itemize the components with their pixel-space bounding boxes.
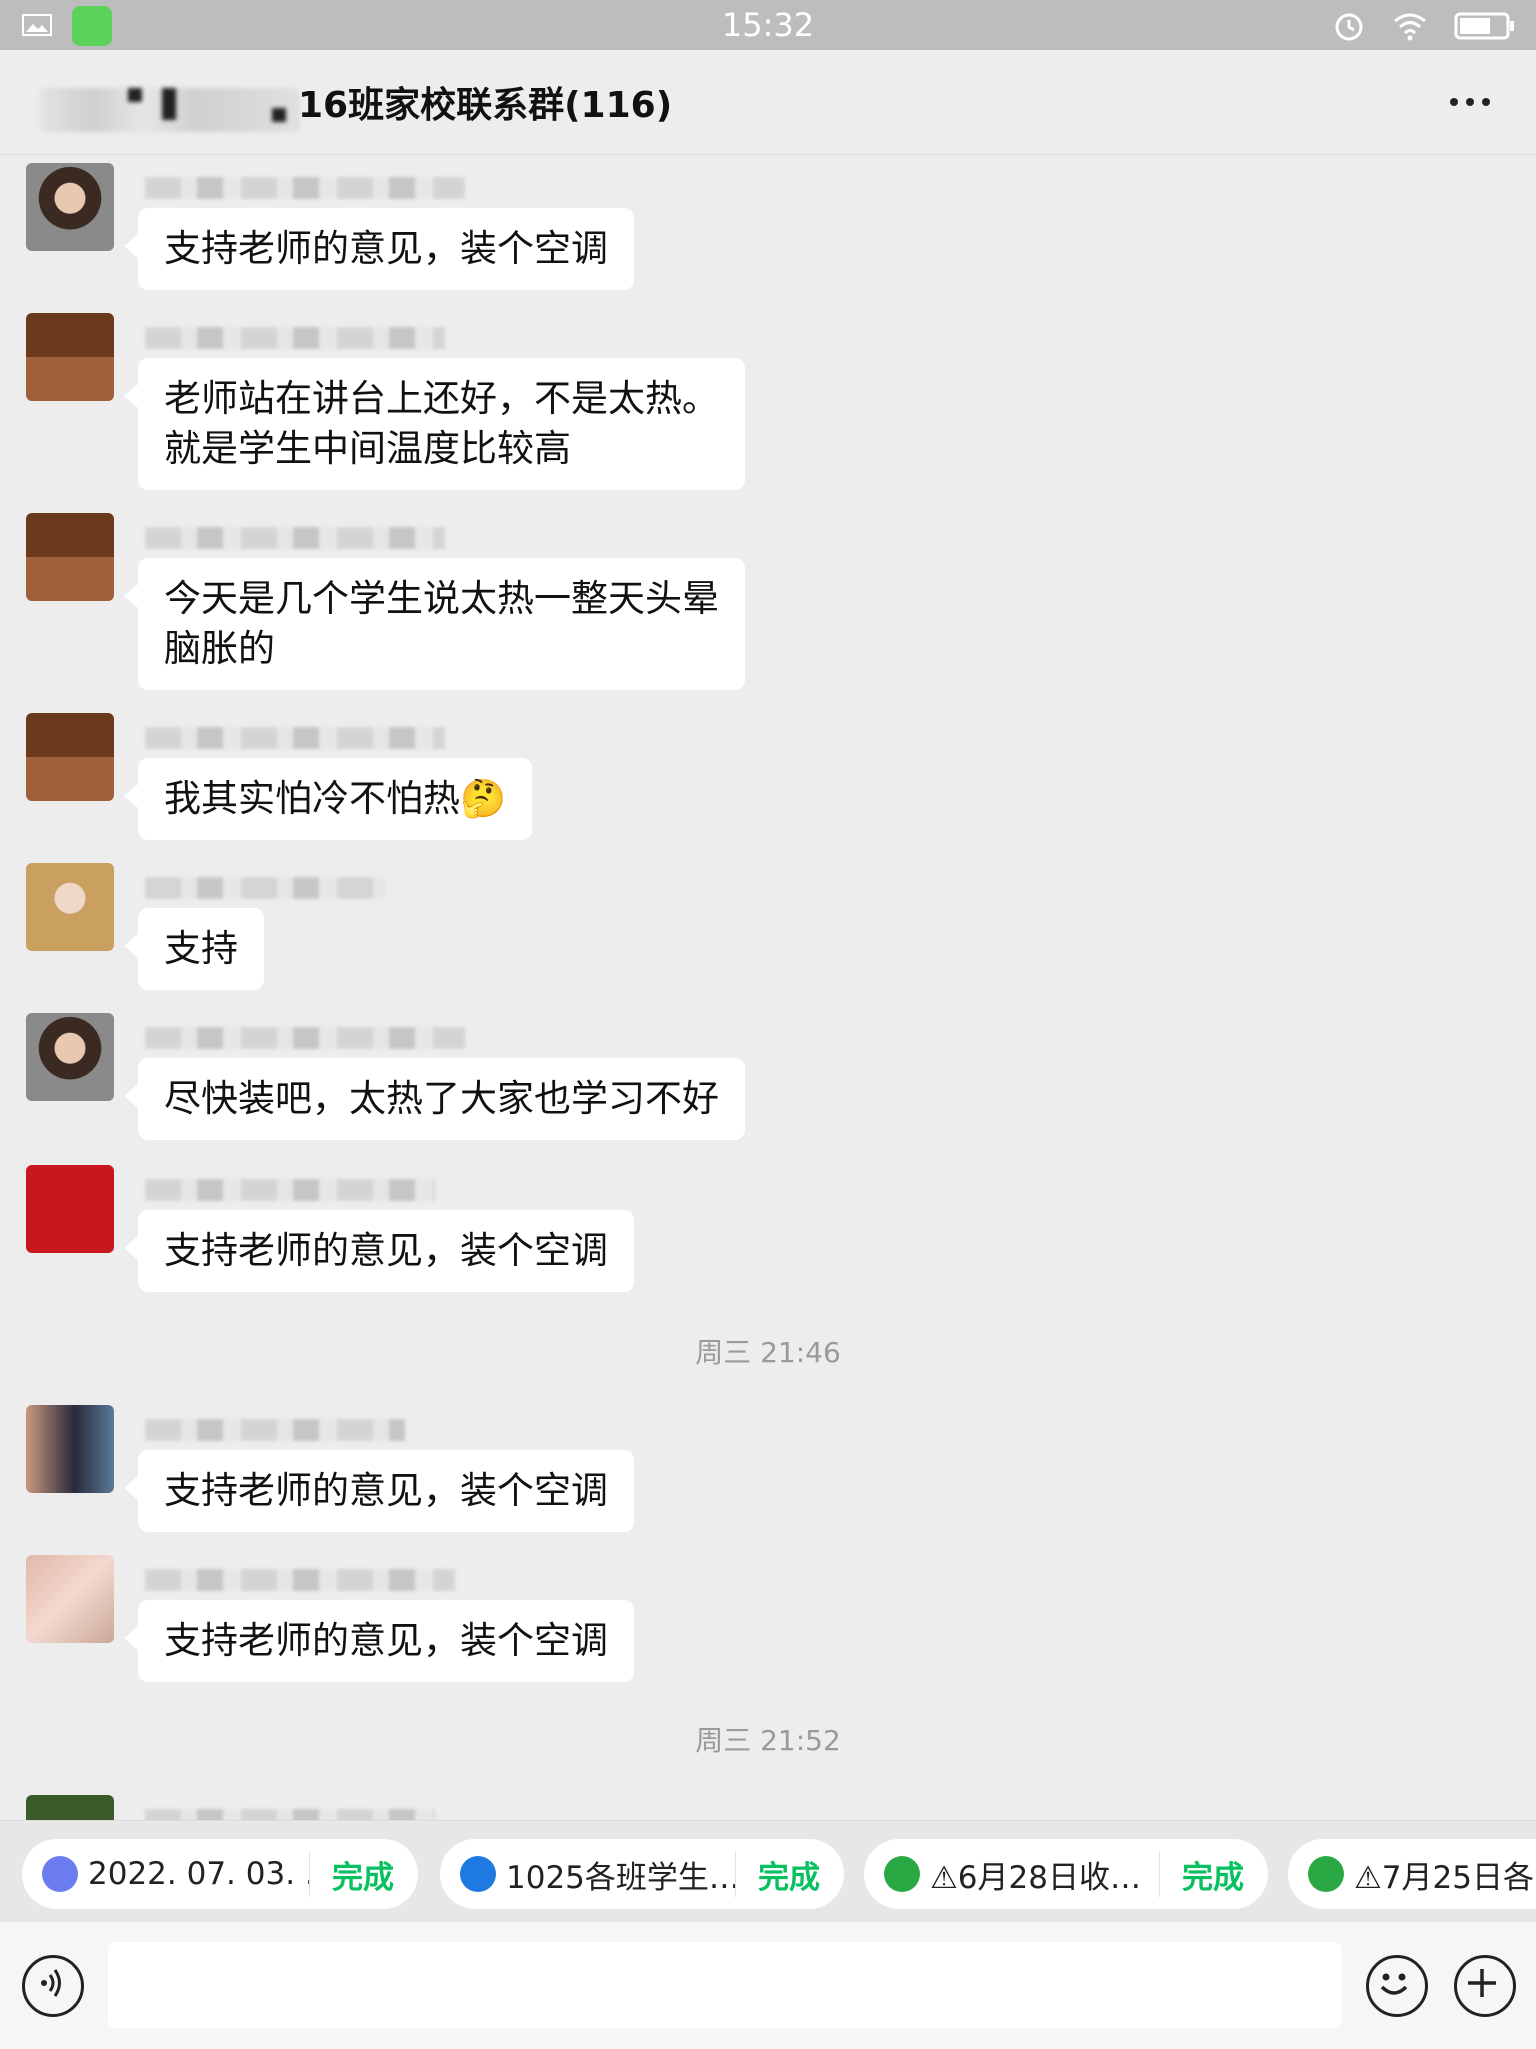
task-status: 完成 xyxy=(1159,1851,1244,1897)
sender-name-redacted xyxy=(145,1179,435,1201)
sender-name-redacted xyxy=(145,527,445,549)
sender-name-redacted xyxy=(145,1419,405,1441)
message-bubble[interactable]: 支持老师的意见，装个空调 xyxy=(124,208,634,290)
thinking-emoji-icon: 🤔 xyxy=(460,777,507,820)
message-text: 我其实怕冷不怕热 xyxy=(164,777,460,820)
alarm-icon xyxy=(1335,13,1363,41)
sender-name-redacted xyxy=(145,327,445,349)
task-chip[interactable]: ⚠7月25日各… xyxy=(1288,1839,1536,1909)
task-app-icon xyxy=(884,1856,920,1892)
wifi-icon xyxy=(1394,13,1426,41)
task-label: 1025各班学生… xyxy=(506,1859,735,1896)
timestamp: 周三 21:52 xyxy=(695,1724,841,1757)
message-bubble[interactable]: 尽快装吧，太热了大家也学习不好 xyxy=(124,1058,745,1140)
chat-header: 16班家校联系群(116) xyxy=(0,50,1536,155)
message-bubble[interactable]: 今天是几个学生说太热一整天头晕 脑胀的 xyxy=(124,558,745,690)
sender-name-redacted xyxy=(145,177,465,199)
input-bar xyxy=(0,1922,1536,2049)
message-input[interactable] xyxy=(108,1942,1342,2028)
task-label: ⚠7月25日各… xyxy=(1354,1859,1536,1896)
avatar[interactable] xyxy=(26,513,114,601)
redacted-title-prefix xyxy=(40,88,300,132)
avatar[interactable] xyxy=(26,1795,114,1820)
task-label: 2022. 07. 03. . . xyxy=(88,1856,309,1892)
status-bar: 15:32 xyxy=(0,0,1536,50)
avatar[interactable] xyxy=(26,863,114,951)
task-chip[interactable]: 1025各班学生… 完成 xyxy=(440,1839,844,1909)
sender-name-redacted xyxy=(145,1809,435,1820)
chat-title: 16班家校联系群(116) xyxy=(298,85,673,126)
task-status: 完成 xyxy=(309,1851,394,1897)
message-bubble[interactable]: 支持老师的意见，装个空调 xyxy=(124,1450,634,1532)
task-app-icon xyxy=(460,1856,496,1892)
message-bubble[interactable]: 支持老师的意见，装个空调 xyxy=(124,1210,634,1292)
add-icon[interactable] xyxy=(1454,1955,1516,2017)
avatar[interactable] xyxy=(26,1165,114,1253)
pinned-tasks-bar: 2022. 07. 03. . . 完成 1025各班学生… 完成 ⚠6月28日… xyxy=(0,1820,1536,1923)
timestamp: 周三 21:46 xyxy=(695,1336,841,1369)
sender-name-redacted xyxy=(145,877,385,899)
task-app-icon xyxy=(42,1856,78,1892)
more-icon[interactable] xyxy=(1450,98,1490,106)
battery-icon xyxy=(1454,12,1514,40)
message-bubble[interactable]: 支持老师的意见，装个空调 xyxy=(124,1600,634,1682)
avatar[interactable] xyxy=(26,163,114,251)
task-chip[interactable]: 2022. 07. 03. . . 完成 xyxy=(22,1839,418,1909)
status-time: 15:32 xyxy=(721,6,815,44)
task-chip[interactable]: ⚠6月28日收… 完成 xyxy=(864,1839,1268,1909)
sender-name-redacted xyxy=(145,727,445,749)
avatar[interactable] xyxy=(26,1013,114,1101)
avatar[interactable] xyxy=(26,1555,114,1643)
message-bubble[interactable]: 我其实怕冷不怕热🤔 xyxy=(123,758,533,840)
avatar[interactable] xyxy=(26,313,114,401)
sender-name-redacted xyxy=(145,1027,465,1049)
avatar[interactable] xyxy=(26,1405,114,1493)
message-list[interactable]: 支持老师的意见，装个空调 老师站在讲台上还好，不是太热。 就是学生中间温度比较高… xyxy=(0,155,1536,1820)
task-app-icon xyxy=(1308,1856,1344,1892)
message-bubble[interactable]: 支持 xyxy=(124,908,264,990)
message-bubble[interactable]: 老师站在讲台上还好，不是太热。 就是学生中间温度比较高 xyxy=(124,358,745,490)
voice-icon[interactable] xyxy=(22,1955,84,2017)
task-status: 完成 xyxy=(735,1851,820,1897)
avatar[interactable] xyxy=(26,713,114,801)
sender-name-redacted xyxy=(145,1569,455,1591)
emoji-icon[interactable] xyxy=(1366,1955,1428,2017)
task-label: ⚠6月28日收… xyxy=(930,1859,1141,1896)
